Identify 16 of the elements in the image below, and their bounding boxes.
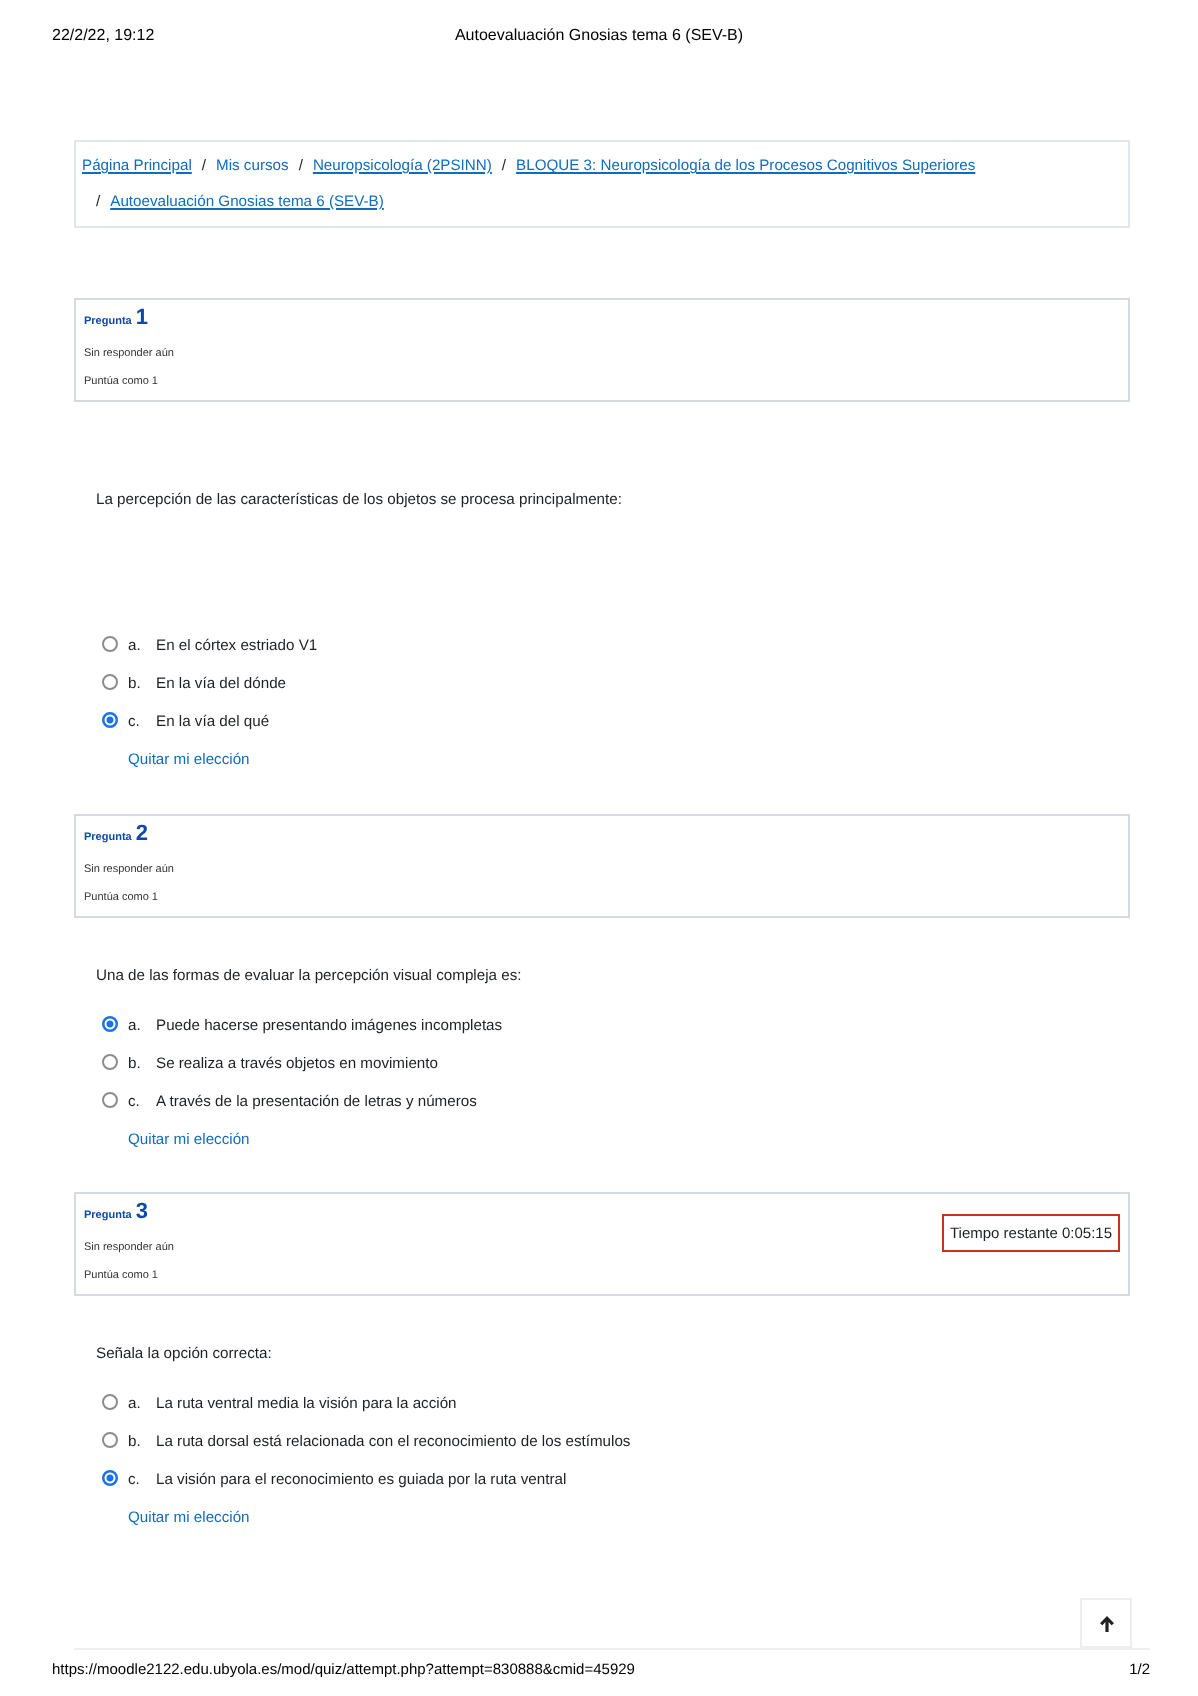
print-date: 22/2/22, 19:12 xyxy=(52,26,157,48)
radio-button[interactable] xyxy=(102,636,118,652)
radio-button[interactable] xyxy=(102,1016,118,1032)
back-to-top-button[interactable] xyxy=(1080,1598,1132,1648)
radio-button[interactable] xyxy=(102,1092,118,1108)
radio-button[interactable] xyxy=(102,1054,118,1070)
arrow-up-icon xyxy=(1099,1615,1113,1631)
radio-button[interactable] xyxy=(102,1394,118,1410)
question-number: 2 xyxy=(135,822,148,846)
radio-button[interactable] xyxy=(102,674,118,690)
radio-button[interactable] xyxy=(102,1432,118,1448)
radio-button[interactable] xyxy=(102,1470,118,1486)
print-title: Autoevaluación Gnosias tema 6 (SEV-B) xyxy=(454,26,744,48)
question-number: 1 xyxy=(135,306,148,330)
radio-button[interactable] xyxy=(102,712,118,728)
question-number: 3 xyxy=(135,1200,148,1224)
